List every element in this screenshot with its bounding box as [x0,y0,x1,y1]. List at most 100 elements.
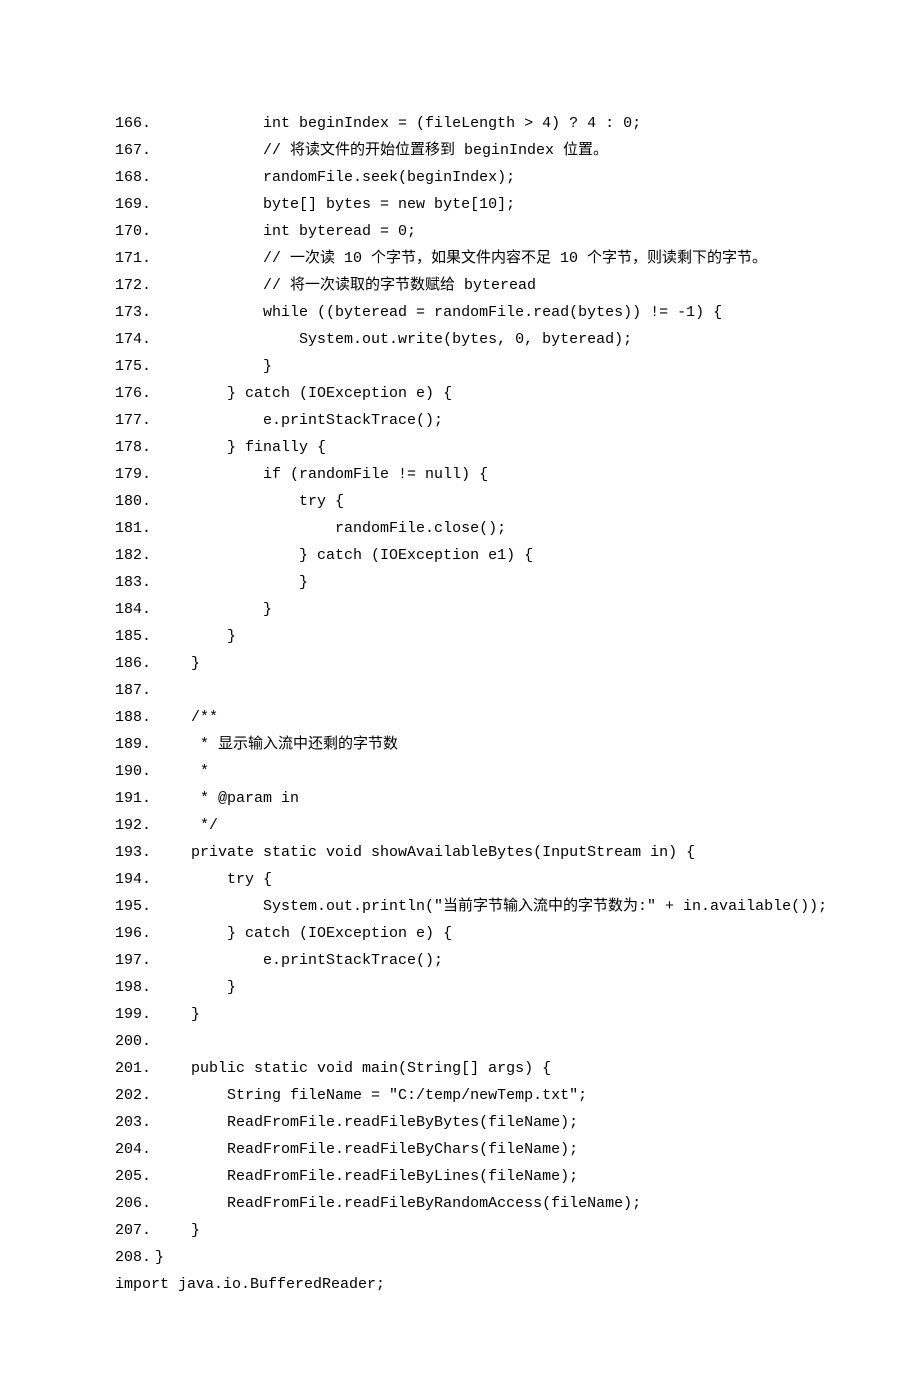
line-number: 190. [115,758,155,785]
code-line: 175. } [115,353,810,380]
code-line: 171. // 一次读 10 个字节，如果文件内容不足 10 个字节，则读剩下的… [115,245,810,272]
line-number: 173. [115,299,155,326]
code-line: 204. ReadFromFile.readFileByChars(fileNa… [115,1136,810,1163]
code-line: 196. } catch (IOException e) { [115,920,810,947]
code-line: 174. System.out.write(bytes, 0, byteread… [115,326,810,353]
line-content: ReadFromFile.readFileByLines(fileName); [155,1163,596,1190]
line-content: randomFile.seek(beginIndex); [155,164,533,191]
code-line: 170. int byteread = 0; [115,218,810,245]
line-number: 182. [115,542,155,569]
code-line: 186. } [115,650,810,677]
code-line: 190. * [115,758,810,785]
line-number: 199. [115,1001,155,1028]
line-number: 186. [115,650,155,677]
code-listing: 166. int beginIndex = (fileLength > 4) ?… [115,110,810,1271]
line-number: 208. [115,1244,155,1271]
line-number: 187. [115,677,155,704]
line-number: 193. [115,839,155,866]
line-number: 183. [115,569,155,596]
code-line: 205. ReadFromFile.readFileByLines(fileNa… [115,1163,810,1190]
line-number: 184. [115,596,155,623]
line-content: } catch (IOException e) { [155,920,470,947]
code-line: 187. [115,677,810,704]
code-line: 183. } [115,569,810,596]
line-number: 189. [115,731,155,758]
code-line: 182. } catch (IOException e1) { [115,542,810,569]
code-line: 177. e.printStackTrace(); [115,407,810,434]
line-number: 194. [115,866,155,893]
line-number: 180. [115,488,155,515]
code-line: 184. } [115,596,810,623]
code-line: 173. while ((byteread = randomFile.read(… [115,299,810,326]
line-content: } [155,974,254,1001]
line-content: try { [155,488,362,515]
line-content [155,1028,173,1055]
line-number: 178. [115,434,155,461]
line-content: System.out.println("当前字节输入流中的字节数为:" + in… [155,893,845,920]
line-content: } [155,623,254,650]
code-line: 193. private static void showAvailableBy… [115,839,810,866]
code-line: 200. [115,1028,810,1055]
code-line: 197. e.printStackTrace(); [115,947,810,974]
line-number: 200. [115,1028,155,1055]
line-content: /** [155,704,227,731]
code-line: 194. try { [115,866,810,893]
line-content: public static void main(String[] args) { [155,1055,569,1082]
line-content: } finally { [155,434,344,461]
line-content: // 将读文件的开始位置移到 beginIndex 位置。 [155,137,626,164]
code-line: 188. /** [115,704,810,731]
line-content: } catch (IOException e) { [155,380,470,407]
line-content: if (randomFile != null) { [155,461,506,488]
line-content: } [155,353,290,380]
code-line: 176. } catch (IOException e) { [115,380,810,407]
line-number: 171. [115,245,155,272]
code-line: 202. String fileName = "C:/temp/newTemp.… [115,1082,810,1109]
line-content: while ((byteread = randomFile.read(bytes… [155,299,740,326]
line-number: 185. [115,623,155,650]
code-line: 172. // 将一次读取的字节数赋给 byteread [115,272,810,299]
line-content: e.printStackTrace(); [155,947,461,974]
line-content: } [155,1001,218,1028]
line-number: 205. [115,1163,155,1190]
line-content: } [155,569,326,596]
line-content: String fileName = "C:/temp/newTemp.txt"; [155,1082,605,1109]
line-content: // 一次读 10 个字节，如果文件内容不足 10 个字节，则读剩下的字节。 [155,245,785,272]
line-number: 170. [115,218,155,245]
line-number: 196. [115,920,155,947]
line-content: // 将一次读取的字节数赋给 byteread [155,272,554,299]
line-content: } [155,1217,218,1244]
line-content: * [155,758,227,785]
line-content: * 显示输入流中还剩的字节数 [155,731,407,758]
line-number: 195. [115,893,155,920]
code-line: 203. ReadFromFile.readFileByBytes(fileNa… [115,1109,810,1136]
line-content: */ [155,812,236,839]
line-content [155,677,173,704]
code-line: 180. try { [115,488,810,515]
line-content: } [155,1244,182,1271]
code-line: 185. } [115,623,810,650]
line-number: 177. [115,407,155,434]
code-line: 179. if (randomFile != null) { [115,461,810,488]
line-number: 207. [115,1217,155,1244]
line-number: 167. [115,137,155,164]
trailing-line: import java.io.BufferedReader; [115,1271,810,1298]
line-content: ReadFromFile.readFileByBytes(fileName); [155,1109,596,1136]
line-content: * @param in [155,785,308,812]
line-content: private static void showAvailableBytes(I… [155,839,713,866]
line-number: 206. [115,1190,155,1217]
code-line: 192. */ [115,812,810,839]
line-number: 197. [115,947,155,974]
line-number: 198. [115,974,155,1001]
code-line: 191. * @param in [115,785,810,812]
code-line: 208.} [115,1244,810,1271]
code-line: 166. int beginIndex = (fileLength > 4) ?… [115,110,810,137]
line-content: randomFile.close(); [155,515,524,542]
code-line: 201. public static void main(String[] ar… [115,1055,810,1082]
code-line: 167. // 将读文件的开始位置移到 beginIndex 位置。 [115,137,810,164]
code-line: 178. } finally { [115,434,810,461]
line-content: ReadFromFile.readFileByRandomAccess(file… [155,1190,659,1217]
line-content: byte[] bytes = new byte[10]; [155,191,533,218]
line-number: 201. [115,1055,155,1082]
code-line: 207. } [115,1217,810,1244]
line-number: 203. [115,1109,155,1136]
